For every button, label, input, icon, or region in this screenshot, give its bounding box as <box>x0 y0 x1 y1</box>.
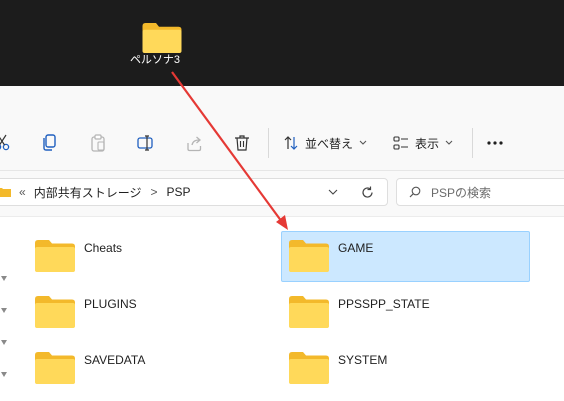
folder-icon <box>288 351 330 385</box>
search-box[interactable]: PSPの検索 <box>396 178 564 206</box>
chevron-down-icon <box>359 140 367 145</box>
folder-icon <box>288 295 330 329</box>
more-icon <box>487 141 503 145</box>
view-icon <box>393 136 408 150</box>
folder-icon <box>141 21 182 53</box>
breadcrumb-item[interactable]: PSP <box>166 185 190 199</box>
sort-button[interactable]: 並べ替え <box>283 131 367 155</box>
folder-icon <box>0 188 11 197</box>
view-label: 表示 <box>415 136 440 151</box>
folder-name: GAME <box>338 241 374 255</box>
share-button[interactable] <box>186 131 203 155</box>
rename-icon <box>137 135 153 151</box>
desktop-folder-persona3[interactable]: ペルソナ3 <box>128 16 182 67</box>
refresh-icon[interactable] <box>361 186 374 199</box>
more-options-button[interactable] <box>486 131 504 155</box>
folder-icon <box>34 351 76 385</box>
folder-name: PLUGINS <box>84 297 137 311</box>
search-input[interactable]: PSPの検索 <box>431 184 491 201</box>
folder-name: SAVEDATA <box>84 353 146 367</box>
rename-button[interactable] <box>137 131 155 155</box>
folder-icon <box>34 295 76 329</box>
pin-icon <box>1 367 7 377</box>
breadcrumb-separator: > <box>150 185 158 199</box>
pin-icon <box>1 335 7 345</box>
view-button[interactable]: 表示 <box>393 131 453 155</box>
folder-item-cheats[interactable]: Cheats <box>27 231 276 282</box>
sort-label: 並べ替え <box>305 136 354 151</box>
toolbar-separator <box>472 128 473 158</box>
explorer-window: 並べ替え 表示 « 内部共有ストレージ > PSP PSPの検索 Cheats … <box>0 86 564 401</box>
folder-name: Cheats <box>84 241 123 255</box>
desktop: ペルソナ3 <box>0 0 564 86</box>
paste-button[interactable] <box>90 131 106 155</box>
chevron-down-icon <box>445 140 453 145</box>
share-icon <box>187 136 202 151</box>
toolbar-separator <box>268 128 269 158</box>
folder-item-plugins[interactable]: PLUGINS <box>27 287 276 338</box>
command-bar: 並べ替え 表示 <box>0 86 564 171</box>
folder-item-system[interactable]: SYSTEM <box>281 343 530 394</box>
folder-icon <box>34 239 76 273</box>
paste-icon <box>91 134 105 152</box>
chevron-down-icon[interactable] <box>328 189 338 195</box>
delete-button[interactable] <box>234 131 250 155</box>
folder-item-savedata[interactable]: SAVEDATA <box>27 343 276 394</box>
pin-icon <box>1 303 7 313</box>
folder-name: PPSSPP_STATE <box>338 297 430 311</box>
cut-icon <box>0 134 10 151</box>
copy-button[interactable] <box>42 131 58 155</box>
address-bar[interactable]: « 内部共有ストレージ > PSP <box>0 178 388 206</box>
folder-icon <box>288 239 330 273</box>
sort-icon <box>284 136 298 150</box>
folder-item-ppsspp-state[interactable]: PPSSPP_STATE <box>281 287 530 338</box>
folder-item-game[interactable]: GAME <box>281 231 530 282</box>
cut-button[interactable] <box>0 131 10 155</box>
copy-icon <box>43 134 56 151</box>
breadcrumb-overflow[interactable]: « <box>19 185 26 199</box>
breadcrumb-item[interactable]: 内部共有ストレージ <box>34 184 142 201</box>
file-list: Cheats GAME PLUGINS PPSSPP_STATE SAVEDAT… <box>0 217 564 401</box>
address-row: « 内部共有ストレージ > PSP PSPの検索 <box>0 171 564 217</box>
pin-icon <box>1 271 7 281</box>
folder-name: SYSTEM <box>338 353 388 367</box>
search-icon <box>409 186 421 198</box>
delete-icon <box>235 135 249 151</box>
